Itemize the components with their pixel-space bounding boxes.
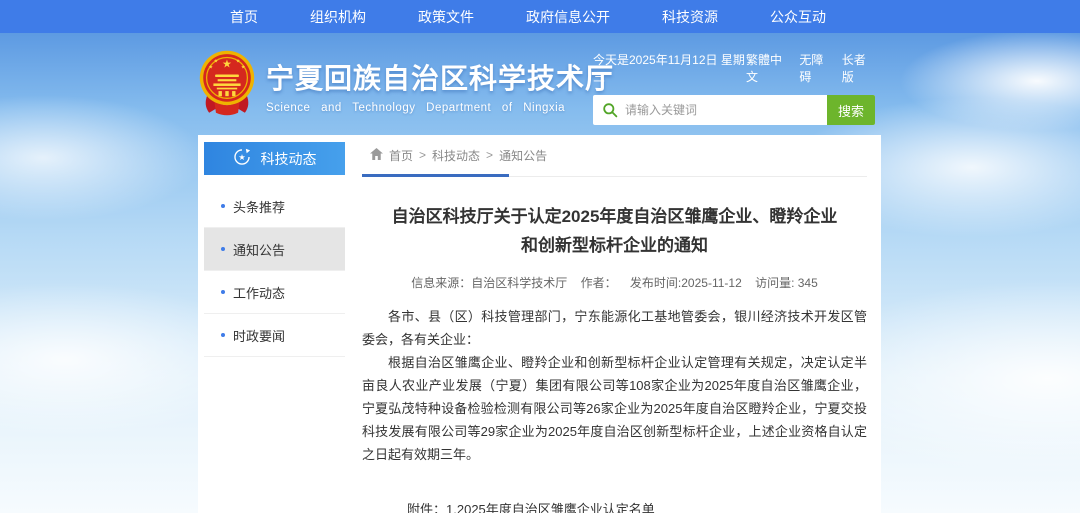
date-row: 今天是2025年11月12日 星期三 繁體中文 无障碍 长者版 [593, 51, 875, 85]
bullet-dot-icon [221, 333, 225, 337]
sidebar-item-work-news[interactable]: 工作动态 [204, 271, 345, 314]
nav-item-gov-info-disclosure[interactable]: 政府信息公开 [526, 7, 610, 27]
sidebar-item-headlines[interactable]: 头条推荐 [204, 185, 345, 228]
site-logo[interactable]: ★ ★ ★ ★ ★ 宁夏回族自治区科学技术厅 Science and Techn… [197, 49, 614, 122]
svg-text:★: ★ [214, 59, 219, 65]
sidebar-item-label: 工作动态 [233, 283, 285, 302]
article-meta: 信息来源：自治区科学技术厅 作者： 发布时间:2025-11-12 访问量: 3… [362, 274, 867, 291]
sidebar-list: 头条推荐 通知公告 工作动态 时政要闻 [204, 185, 345, 357]
sidebar-header-tech-news[interactable]: ★ 科技动态 [204, 142, 345, 175]
svg-text:★: ★ [222, 59, 232, 71]
nav-item-home[interactable]: 首页 [230, 7, 258, 27]
national-emblem-icon: ★ ★ ★ ★ ★ [197, 49, 257, 122]
site-subtitle: Science and Technology Department of Nin… [266, 102, 614, 114]
home-icon [370, 148, 383, 163]
breadcrumb-divider [362, 174, 867, 177]
accessibility-link[interactable]: 无障碍 [799, 51, 832, 85]
article-area: 首页 > 科技动态 > 通知公告 自治区科技厅关于认定2025年度自治区雏鹰企业… [362, 143, 867, 513]
body-paragraph: 各市、县（区）科技管理部门，宁东能源化工基地管委会，银川经济技术开发区管委会，各… [362, 305, 867, 351]
current-date: 今天是2025年11月12日 星期三 [593, 51, 746, 85]
sidebar-item-label: 头条推荐 [233, 197, 285, 216]
senior-version-link[interactable]: 长者版 [842, 51, 875, 85]
meta-source: 信息来源：自治区科学技术厅 [411, 276, 567, 290]
sidebar-item-label: 时政要闻 [233, 326, 285, 345]
svg-text:★: ★ [238, 153, 245, 162]
search-input[interactable] [625, 103, 827, 117]
svg-text:★: ★ [209, 65, 214, 71]
meta-publish-time: 发布时间:2025-11-12 [630, 276, 742, 290]
site-title: 宁夏回族自治区科学技术厅 [266, 57, 614, 97]
utility-links: 繁體中文 无障碍 长者版 [746, 51, 875, 85]
attachments: 附件： 1.2025年度自治区雏鹰企业认定名单 2.2025年度自治区瞪羚企业认… [407, 499, 867, 513]
breadcrumb-separator: > [419, 148, 426, 162]
site-header: ★ ★ ★ ★ ★ 宁夏回族自治区科学技术厅 Science and Techn… [0, 33, 1080, 135]
body-paragraph: 根据自治区雏鹰企业、瞪羚企业和创新型标杆企业认定管理有关规定，决定认定半亩良人农… [362, 351, 867, 466]
content-card: ★ 科技动态 头条推荐 通知公告 工作动态 [198, 135, 881, 513]
article-title-line2: 和创新型标杆企业的通知 [362, 231, 867, 260]
sidebar-item-current-affairs[interactable]: 时政要闻 [204, 314, 345, 357]
breadcrumb: 首页 > 科技动态 > 通知公告 [362, 143, 867, 167]
top-navigation: 首页 组织机构 政策文件 政府信息公开 科技资源 公众互动 [0, 0, 1080, 33]
article-title: 自治区科技厅关于认定2025年度自治区雏鹰企业、瞪羚企业 和创新型标杆企业的通知 [362, 202, 867, 260]
attachments-list: 1.2025年度自治区雏鹰企业认定名单 2.2025年度自治区瞪羚企业认定名单 … [446, 499, 694, 513]
meta-author: 作者： [581, 276, 617, 290]
svg-text:★: ★ [241, 65, 246, 71]
nav-item-organization[interactable]: 组织机构 [310, 7, 366, 27]
star-circular-arrow-icon: ★ [233, 148, 251, 169]
meta-visits: 访问量: 345 [755, 276, 818, 290]
nav-item-tech-resources[interactable]: 科技资源 [662, 7, 718, 27]
search-button[interactable]: 搜索 [827, 95, 875, 125]
breadcrumb-notices[interactable]: 通知公告 [499, 147, 547, 164]
sidebar-title: 科技动态 [261, 149, 317, 169]
attachments-label: 附件： [407, 499, 446, 513]
page: 首页 组织机构 政策文件 政府信息公开 科技资源 公众互动 ★ ★ ★ [0, 0, 1080, 513]
breadcrumb-separator: > [486, 148, 493, 162]
attachment-link[interactable]: 1.2025年度自治区雏鹰企业认定名单 [446, 499, 694, 513]
sidebar: ★ 科技动态 头条推荐 通知公告 工作动态 [204, 142, 345, 357]
article-title-line1: 自治区科技厅关于认定2025年度自治区雏鹰企业、瞪羚企业 [362, 202, 867, 231]
nav-item-policy-documents[interactable]: 政策文件 [418, 7, 474, 27]
bullet-dot-icon [221, 247, 225, 251]
article-body: 各市、县（区）科技管理部门，宁东能源化工基地管委会，银川经济技术开发区管委会，各… [362, 305, 867, 466]
nav-item-public-interaction[interactable]: 公众互动 [770, 7, 826, 27]
breadcrumb-home[interactable]: 首页 [389, 147, 413, 164]
bullet-dot-icon [221, 290, 225, 294]
traditional-chinese-link[interactable]: 繁體中文 [746, 51, 790, 85]
svg-text:★: ★ [236, 59, 241, 65]
site-logo-text: 宁夏回族自治区科学技术厅 Science and Technology Depa… [266, 57, 614, 114]
search-icon [602, 102, 618, 118]
header-right: 今天是2025年11月12日 星期三 繁體中文 无障碍 长者版 搜索 [593, 51, 875, 125]
search-bar: 搜索 [593, 95, 875, 125]
bullet-dot-icon [221, 204, 225, 208]
sidebar-item-label: 通知公告 [233, 240, 285, 259]
breadcrumb-tech-news[interactable]: 科技动态 [432, 147, 480, 164]
sidebar-item-notices[interactable]: 通知公告 [204, 228, 345, 271]
